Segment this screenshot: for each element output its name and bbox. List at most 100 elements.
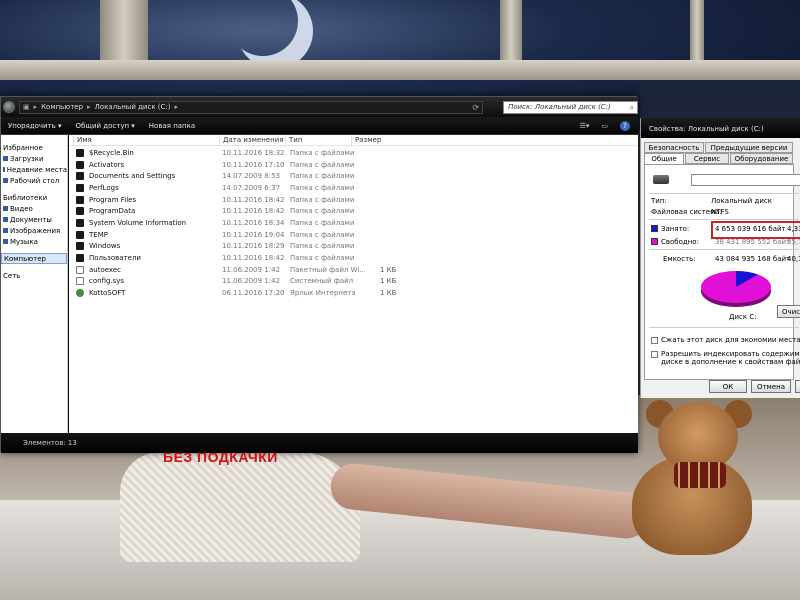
search-icon[interactable]: ⌕ (630, 103, 634, 113)
free-space-swatch (651, 238, 658, 245)
index-checkbox[interactable] (651, 351, 658, 358)
nav-downloads[interactable]: Загрузки (1, 153, 67, 164)
divider (649, 327, 799, 328)
index-label-line-2: диске в дополнение к свойствам файла (661, 358, 800, 366)
nav-images[interactable]: Изображения (1, 225, 67, 236)
back-button[interactable] (3, 101, 15, 113)
tab-service[interactable]: Сервис (685, 153, 729, 164)
hard-drive-icon (653, 175, 669, 184)
file-type: Пакетный файл Wi... (290, 265, 366, 274)
file-name: Documents and Settings (89, 172, 176, 181)
preview-pane-icon[interactable]: ▭ (601, 122, 608, 130)
column-header-name[interactable]: Имя (73, 136, 92, 146)
breadcrumb-separator: ▸ (33, 103, 38, 111)
cancel-button[interactable]: Отмена (751, 380, 791, 393)
music-icon (3, 239, 8, 244)
used-bytes: 4 653 039 616 байт (715, 225, 786, 233)
address-bar-row: ▣ ▸ Компьютер ▸ Локальный диск (C:) ▸ ⟳ … (1, 97, 638, 117)
view-options-icon[interactable]: ☰▾ (580, 122, 590, 130)
new-folder-button[interactable]: Новая папка (142, 122, 202, 130)
breadcrumb-separator: ▸ (87, 103, 91, 111)
downloads-icon (3, 156, 8, 161)
images-icon (3, 228, 8, 233)
file-size: 1 КБ (380, 265, 397, 274)
nav-documents[interactable]: Документы (1, 214, 67, 225)
file-row[interactable]: System Volume Information 10.11.2016 18:3… (69, 218, 638, 230)
apply-button[interactable]: П (795, 380, 800, 393)
folder-icon (76, 230, 84, 239)
video-icon (3, 206, 8, 211)
file-row[interactable]: ProgramData 10.11.2016 18:42 Папка с файла… (69, 206, 638, 218)
filesystem-value: NTFS (711, 208, 729, 216)
file-date: 10.11.2016 18:42 (222, 207, 285, 216)
file-date: 10.11.2016 18:29 (222, 242, 285, 251)
nav-computer[interactable]: Компьютер (1, 253, 67, 264)
file-date: 06.11.2016 17:20 (222, 288, 285, 297)
file-icon (76, 265, 84, 274)
search-input[interactable]: Поиск: Локальный диск (C:) ⌕ (503, 100, 638, 114)
file-type: Папка с файлами (290, 172, 355, 181)
disk-usage-pie-chart (701, 271, 771, 307)
file-row[interactable]: autoexec 11.06.2009 1:42 Пакетный файл Wi.… (69, 265, 638, 277)
breadcrumb-computer[interactable]: Компьютер (41, 103, 83, 111)
column-header-date[interactable]: Дата изменения (219, 136, 283, 146)
refresh-icon[interactable]: ⟳ (472, 103, 479, 112)
share-menu-button[interactable]: Общий доступ ▾ (69, 122, 142, 130)
tab-previous-versions[interactable]: Предыдущие версии (705, 142, 793, 153)
command-bar: Упорядочить ▾ Общий доступ ▾ Новая папка… (1, 117, 638, 135)
file-row[interactable]: Windows 10.11.2016 18:29 Папка с файлами (69, 241, 638, 253)
folder-icon (76, 207, 84, 216)
file-name: PerfLogs (89, 183, 119, 192)
nav-recent-places[interactable]: Недавние места (1, 164, 67, 175)
file-name: autoexec (89, 265, 122, 274)
documents-icon (3, 217, 8, 222)
computer-icon: ▣ (22, 103, 30, 111)
compress-checkbox[interactable] (651, 337, 658, 344)
volume-label-input[interactable] (691, 174, 800, 186)
tab-general[interactable]: Общие (644, 153, 684, 164)
nav-favorites[interactable]: Избранное (1, 142, 67, 153)
search-placeholder: Поиск: Локальный диск (C:) (508, 103, 611, 111)
file-row[interactable]: Documents and Settings 14.07.2009 8:53 Пап… (69, 171, 638, 183)
file-name: Activators (89, 160, 125, 169)
file-row[interactable]: Пользователи 10.11.2016 18:42 Папка с файл… (69, 253, 638, 265)
file-type: Ярлык Интернета (290, 288, 356, 297)
nav-documents-label: Документы (10, 215, 52, 224)
nav-desktop[interactable]: Рабочий стол (1, 175, 67, 186)
tab-hardware[interactable]: Оборудование (730, 153, 793, 164)
file-date: 10.11.2016 19:04 (222, 230, 285, 239)
file-date: 10.11.2016 18:42 (222, 253, 285, 262)
nav-music[interactable]: Музыка (1, 236, 67, 247)
file-row[interactable]: Activators 10.11.2016 17:10 Папка с файлам… (69, 160, 638, 172)
toolbar-right: ☰▾ ▭ ? (580, 120, 638, 131)
column-header-size[interactable]: Размер (351, 136, 381, 146)
nav-libraries[interactable]: Библиотеки (1, 192, 67, 203)
help-icon[interactable]: ? (620, 120, 630, 131)
ok-button[interactable]: ОК (709, 380, 747, 393)
nav-network[interactable]: Сеть (1, 270, 67, 281)
address-bar[interactable]: ▣ ▸ Компьютер ▸ Локальный диск (C:) ▸ ⟳ (18, 100, 484, 114)
tab-security[interactable]: Безопасность (644, 142, 704, 153)
organize-menu-button[interactable]: Упорядочить ▾ (1, 122, 69, 130)
file-row[interactable]: KottoSOFT 06.11.2016 17:20 Ярлык Интернета… (69, 288, 638, 300)
internet-shortcut-icon (76, 288, 84, 297)
file-row[interactable]: PerfLogs 14.07.2009 6:37 Папка с файлами (69, 183, 638, 195)
file-name: $Recycle.Bin (89, 149, 134, 157)
disk-cleanup-button[interactable]: Очистка (777, 305, 800, 318)
nav-video[interactable]: Видео (1, 203, 67, 214)
folder-icon (76, 253, 84, 262)
breadcrumb-local-disk[interactable]: Локальный диск (C:) (95, 103, 171, 111)
file-row[interactable]: $Recycle.Bin 10.11.2016 18:32 Папка с файл… (69, 148, 638, 160)
file-date: 11.06.2009 1:42 (222, 265, 281, 274)
file-name: config.sys (89, 277, 125, 286)
folder-icon (76, 195, 84, 204)
file-type: Папка с файлами (290, 183, 355, 192)
column-header-type[interactable]: Тип (285, 136, 302, 146)
file-row[interactable]: Program Files 10.11.2016 18:42 Папка с фай… (69, 195, 638, 207)
free-bytes: 38 431 895 552 байт (715, 238, 791, 246)
capacity-bytes: 43 084 935 168 байт (715, 255, 791, 263)
file-type: Папка с файлами (290, 218, 355, 227)
file-row[interactable]: config.sys 11.06.2009 1:42 Системный файл 1… (69, 276, 638, 288)
folder-icon (76, 149, 84, 157)
file-row[interactable]: TEMP 10.11.2016 19:04 Папка с файлами (69, 230, 638, 242)
